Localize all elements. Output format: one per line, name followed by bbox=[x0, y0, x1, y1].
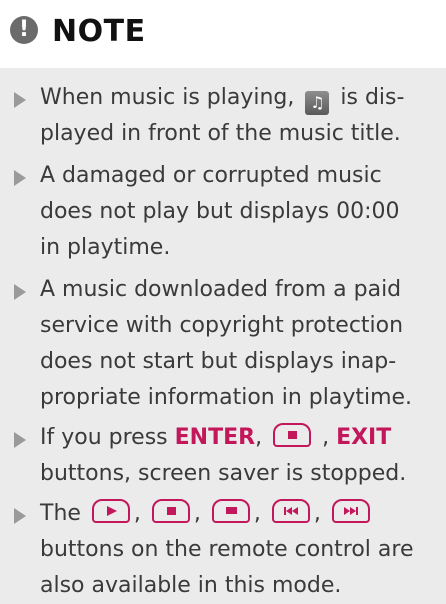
item-text: propriate information in playtime. bbox=[40, 385, 413, 410]
item-text: is dis- bbox=[340, 85, 405, 110]
item-text: buttons on the remote control are bbox=[40, 537, 414, 562]
note-panel: When music is playing, ♫ is dis- played … bbox=[0, 68, 446, 604]
note-title: NOTE bbox=[52, 14, 146, 49]
item-text: When music is playing, bbox=[40, 85, 295, 110]
item-text: played in front of the music title. bbox=[40, 121, 401, 146]
note-header: ! NOTE bbox=[0, 0, 446, 68]
bullet-triangle-icon bbox=[14, 170, 26, 186]
bullet-triangle-icon bbox=[14, 284, 26, 300]
bullet-triangle-icon bbox=[14, 92, 26, 108]
stop-button-icon bbox=[151, 499, 190, 523]
music-note-icon: ♫ bbox=[305, 91, 330, 115]
rewind-button-icon bbox=[271, 499, 310, 523]
item-text: buttons, screen saver is stopped. bbox=[40, 461, 407, 486]
item-text: The bbox=[40, 501, 81, 526]
bullet-triangle-icon bbox=[14, 432, 26, 448]
item-text: does not start but displays inap- bbox=[40, 349, 397, 374]
item-text: If you press bbox=[40, 425, 168, 450]
separator: , bbox=[255, 425, 263, 450]
item-text: A damaged or corrupted music bbox=[40, 163, 382, 188]
item-text: in playtime. bbox=[40, 235, 171, 260]
item-text: A music downloaded from a paid bbox=[40, 277, 402, 302]
enter-label: ENTER bbox=[174, 425, 256, 450]
exclamation-circle-icon: ! bbox=[10, 16, 38, 44]
exit-label: EXIT bbox=[336, 425, 392, 450]
item-text: also available in this mode. bbox=[40, 573, 342, 598]
separator: , bbox=[322, 425, 330, 450]
skip-forward-button-icon bbox=[331, 499, 370, 523]
stop-button-icon bbox=[273, 423, 312, 447]
item-text: service with copyright protection bbox=[40, 313, 404, 338]
pause-button-icon bbox=[211, 499, 250, 523]
bullet-triangle-icon bbox=[14, 508, 26, 524]
play-button-icon bbox=[91, 499, 130, 523]
item-text: does not play but displays 00:00 bbox=[40, 199, 400, 224]
